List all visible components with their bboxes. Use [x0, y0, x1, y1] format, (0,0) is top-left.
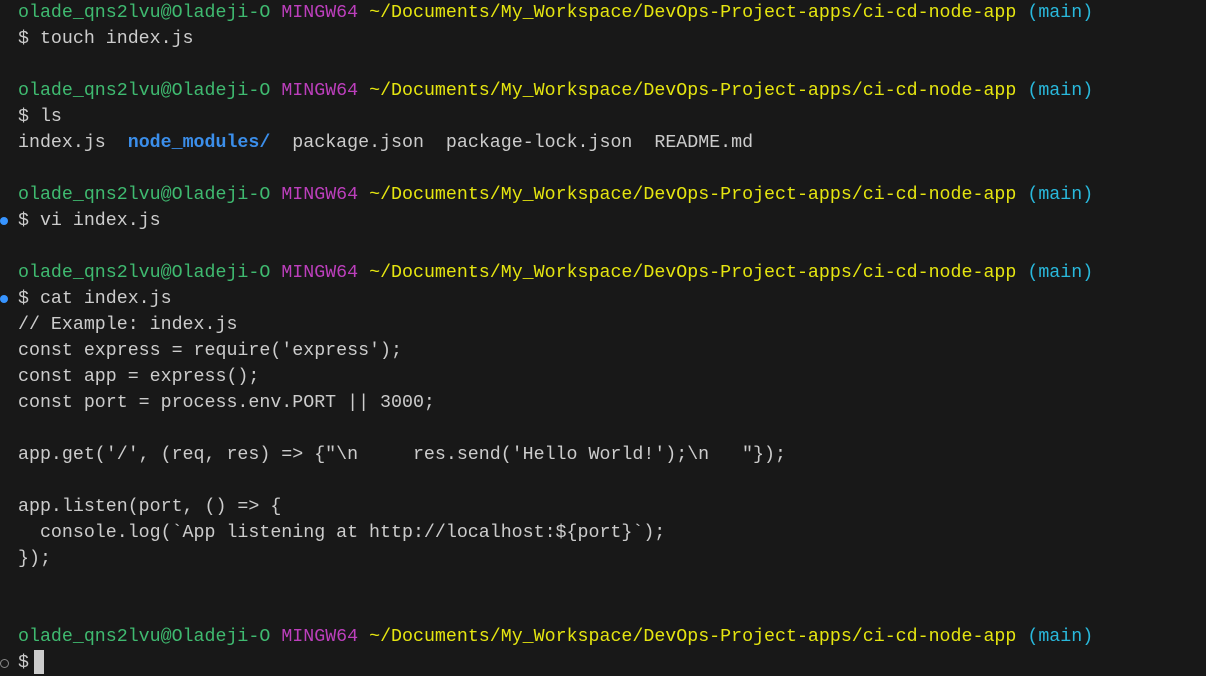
input-line[interactable]: $ [0, 650, 1093, 676]
ls-directory: node_modules/ [127, 133, 271, 153]
command-line: $ vi index.js [0, 208, 1093, 234]
output-line: app.get('/', (req, res) => {"\n res.send… [18, 445, 786, 465]
prompt-path: ~/Documents/My_Workspace/DevOps-Project-… [369, 263, 1017, 283]
ls-file: README.md [654, 133, 754, 153]
prompt-path: ~/Documents/My_Workspace/DevOps-Project-… [369, 3, 1017, 23]
terminal[interactable]: olade_qns2lvu@Oladeji-O MINGW64 ~/Docume… [0, 0, 1093, 676]
prompt-system: MINGW64 [281, 3, 359, 23]
prompt-user: olade_qns2lvu@Oladeji-O [18, 185, 271, 205]
command-decoration-icon[interactable] [0, 659, 9, 668]
prompt-path: ~/Documents/My_Workspace/DevOps-Project-… [369, 185, 1017, 205]
prompt-symbol: $ [18, 653, 29, 673]
command-text: $ vi index.js [18, 211, 161, 231]
prompt-line: olade_qns2lvu@Oladeji-O MINGW64 ~/Docume… [18, 624, 1093, 650]
prompt-system: MINGW64 [281, 185, 359, 205]
command-decoration-icon[interactable] [0, 217, 8, 225]
ls-output: index.js node_modules/ package.json pack… [18, 130, 1093, 156]
ls-file: package.json [292, 133, 424, 153]
command-line: $ ls [18, 107, 62, 127]
prompt-line: olade_qns2lvu@Oladeji-O MINGW64 ~/Docume… [18, 182, 1093, 208]
prompt-user: olade_qns2lvu@Oladeji-O [18, 627, 271, 647]
prompt-user: olade_qns2lvu@Oladeji-O [18, 263, 271, 283]
command-line: $ cat index.js [0, 286, 1093, 312]
ls-file: index.js [18, 133, 106, 153]
prompt-path: ~/Documents/My_Workspace/DevOps-Project-… [369, 627, 1017, 647]
prompt-branch: (main) [1027, 185, 1094, 205]
command-decoration-icon[interactable] [0, 295, 8, 303]
prompt-user: olade_qns2lvu@Oladeji-O [18, 81, 271, 101]
prompt-line: olade_qns2lvu@Oladeji-O MINGW64 ~/Docume… [18, 260, 1093, 286]
command-line: $ touch index.js [18, 29, 194, 49]
prompt-path: ~/Documents/My_Workspace/DevOps-Project-… [369, 81, 1017, 101]
prompt-line: olade_qns2lvu@Oladeji-O MINGW64 ~/Docume… [18, 0, 1093, 26]
prompt-branch: (main) [1027, 263, 1094, 283]
prompt-line: olade_qns2lvu@Oladeji-O MINGW64 ~/Docume… [18, 78, 1093, 104]
output-line: app.listen(port, () => { [18, 497, 282, 517]
prompt-user: olade_qns2lvu@Oladeji-O [18, 3, 271, 23]
prompt-branch: (main) [1027, 627, 1094, 647]
cursor [33, 650, 44, 675]
output-line: console.log(`App listening at http://loc… [18, 523, 666, 543]
output-line: const app = express(); [18, 367, 260, 387]
prompt-system: MINGW64 [281, 627, 359, 647]
prompt-system: MINGW64 [281, 263, 359, 283]
prompt-branch: (main) [1027, 3, 1094, 23]
output-line: const express = require('express'); [18, 341, 402, 361]
command-text: $ cat index.js [18, 289, 172, 309]
output-line: const port = process.env.PORT || 3000; [18, 393, 435, 413]
output-line: }); [18, 549, 51, 569]
prompt-system: MINGW64 [281, 81, 359, 101]
prompt-branch: (main) [1027, 81, 1094, 101]
ls-file: package-lock.json [445, 133, 633, 153]
output-line: // Example: index.js [18, 315, 238, 335]
